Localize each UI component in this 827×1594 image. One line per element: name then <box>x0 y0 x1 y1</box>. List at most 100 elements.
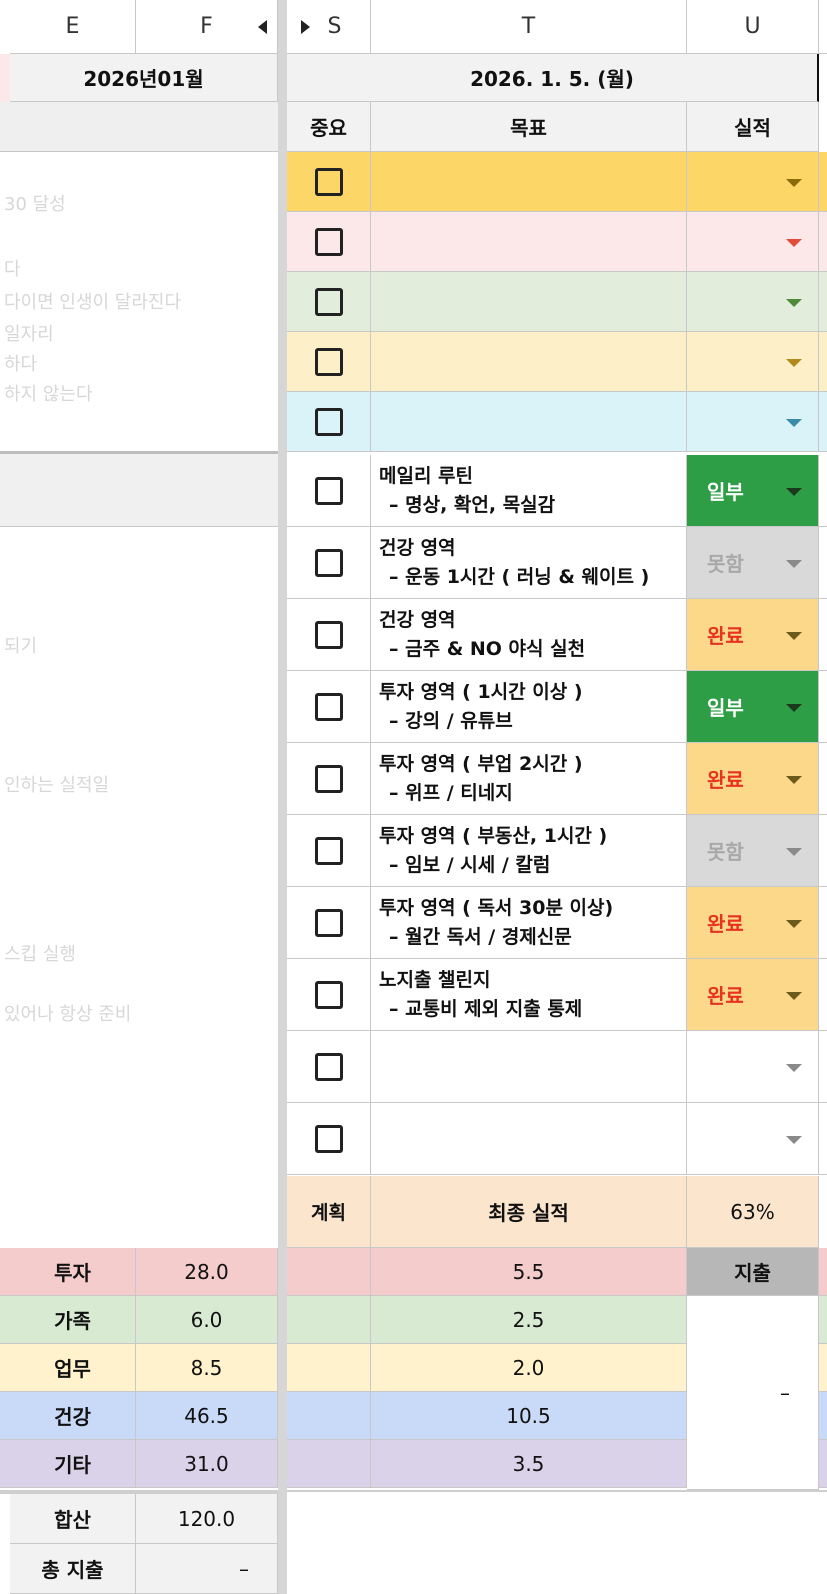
importance-checkbox[interactable] <box>314 620 343 649</box>
dropdown-arrow-icon[interactable] <box>786 298 802 307</box>
dropdown-arrow-icon[interactable] <box>786 847 802 856</box>
importance-cell <box>287 152 371 212</box>
dropdown-arrow-icon[interactable] <box>786 775 802 784</box>
result-dropdown[interactable]: 못함 <box>687 815 819 887</box>
result-dropdown[interactable]: 못함 <box>687 527 819 599</box>
goal-cell[interactable] <box>371 1031 687 1103</box>
goal-cell[interactable] <box>371 1103 687 1175</box>
column-header-f[interactable]: F <box>136 0 278 54</box>
column-header-s[interactable]: S <box>287 0 371 54</box>
result-dropdown[interactable] <box>687 1103 819 1175</box>
next-column-edge <box>819 815 827 887</box>
category-plan-value-cell: 46.5 <box>136 1392 278 1440</box>
result-dropdown[interactable]: 일부 <box>687 455 819 527</box>
importance-checkbox[interactable] <box>314 167 343 196</box>
goal-cell[interactable]: 건강 영역 – 금주 & NO 야식 실천 <box>371 599 687 671</box>
result-dropdown[interactable]: 완료 <box>687 959 819 1031</box>
goal-cell[interactable] <box>371 212 687 272</box>
importance-checkbox[interactable] <box>314 692 343 721</box>
result-dropdown[interactable] <box>687 392 819 452</box>
dropdown-arrow-icon[interactable] <box>786 358 802 367</box>
goal-cell[interactable] <box>371 332 687 392</box>
category-name-cell: 기타 <box>10 1440 136 1488</box>
total-expense-label-cell: 총 지출 <box>10 1544 136 1594</box>
category-name: 건강 <box>54 1405 91 1429</box>
category-actual-value: 2.5 <box>512 1307 545 1332</box>
category-s-cell <box>287 1248 371 1296</box>
next-column-edge <box>819 332 827 392</box>
column-header-t[interactable]: T <box>371 0 687 54</box>
result-dropdown[interactable]: 완료 <box>687 743 819 815</box>
result-dropdown[interactable]: 일부 <box>687 671 819 743</box>
dropdown-arrow-icon[interactable] <box>786 1063 802 1072</box>
category-s-cell <box>287 1296 371 1344</box>
importance-checkbox[interactable] <box>314 764 343 793</box>
column-header-e-label: E <box>65 14 80 39</box>
importance-checkbox[interactable] <box>314 227 343 256</box>
sum-label: 합산 <box>54 1508 91 1532</box>
goal-detail: – 운동 1시간 ( 러닝 & 웨이트 ) <box>389 565 650 588</box>
result-dropdown[interactable] <box>687 332 819 392</box>
next-column-edge <box>819 599 827 671</box>
column-header-v[interactable] <box>819 0 827 54</box>
importance-checkbox[interactable] <box>314 1052 343 1081</box>
goal-title: 투자 영역 ( 부동산, 1시간 ) <box>379 824 608 847</box>
collapse-left-icon[interactable] <box>258 20 267 34</box>
goal-cell[interactable]: 투자 영역 ( 1시간 이상 ) – 강의 / 유튜브 <box>371 671 687 743</box>
importance-checkbox[interactable] <box>314 347 343 376</box>
importance-checkbox[interactable] <box>314 476 343 505</box>
importance-checkbox[interactable] <box>314 980 343 1009</box>
importance-checkbox[interactable] <box>314 287 343 316</box>
dropdown-arrow-icon[interactable] <box>786 631 802 640</box>
dropdown-arrow-icon[interactable] <box>786 991 802 1000</box>
category-plan-value-cell: 8.5 <box>136 1344 278 1392</box>
goal-cell[interactable] <box>371 272 687 332</box>
goal-header-label: 목표 <box>510 116 547 140</box>
dropdown-arrow-icon[interactable] <box>786 487 802 496</box>
freeze-pane-divider[interactable] <box>278 0 287 1594</box>
importance-checkbox[interactable] <box>314 908 343 937</box>
category-s-cell <box>287 1440 371 1488</box>
goal-cell[interactable]: 메일리 루틴 – 명상, 확언, 목실감 <box>371 455 687 527</box>
category-edge <box>0 1296 10 1344</box>
importance-checkbox[interactable] <box>314 548 343 577</box>
dropdown-arrow-icon[interactable] <box>786 178 802 187</box>
dropdown-arrow-icon[interactable] <box>786 703 802 712</box>
dropdown-arrow-icon[interactable] <box>786 559 802 568</box>
goal-cell[interactable]: 투자 영역 ( 독서 30분 이상) – 월간 독서 / 경제신문 <box>371 887 687 959</box>
category-name-cell: 가족 <box>10 1296 136 1344</box>
result-dropdown[interactable]: 완료 <box>687 599 819 671</box>
dropdown-arrow-icon[interactable] <box>786 418 802 427</box>
category-right-edge <box>819 1392 827 1440</box>
result-dropdown[interactable] <box>687 1031 819 1103</box>
expense-value-cell: – <box>687 1296 819 1490</box>
plan-cell: 계획 <box>287 1176 371 1248</box>
left-overflow-text: 되기 <box>4 636 38 657</box>
dropdown-arrow-icon[interactable] <box>786 919 802 928</box>
goal-cell[interactable]: 투자 영역 ( 부업 2시간 ) – 위프 / 티네지 <box>371 743 687 815</box>
dropdown-arrow-icon[interactable] <box>786 1135 802 1144</box>
final-result-cell: 최종 실적 <box>371 1176 687 1248</box>
goal-cell[interactable]: 투자 영역 ( 부동산, 1시간 ) – 임보 / 시세 / 칼럼 <box>371 815 687 887</box>
result-dropdown[interactable] <box>687 212 819 272</box>
category-name: 가족 <box>54 1309 91 1333</box>
goal-cell[interactable] <box>371 152 687 212</box>
result-dropdown[interactable] <box>687 272 819 332</box>
dropdown-arrow-icon[interactable] <box>786 238 802 247</box>
category-right-edge <box>819 1248 827 1296</box>
goal-cell[interactable] <box>371 392 687 452</box>
importance-cell <box>287 1031 371 1103</box>
total-expense-label: 총 지출 <box>41 1558 104 1582</box>
goal-cell[interactable]: 건강 영역 – 운동 1시간 ( 러닝 & 웨이트 ) <box>371 527 687 599</box>
column-header-e[interactable]: E <box>10 0 136 54</box>
importance-checkbox[interactable] <box>314 836 343 865</box>
goal-cell[interactable]: 노지출 챌린지 – 교통비 제외 지출 통제 <box>371 959 687 1031</box>
expand-right-icon[interactable] <box>301 20 310 34</box>
result-dropdown[interactable] <box>687 152 819 212</box>
importance-checkbox[interactable] <box>314 407 343 436</box>
left-gray-strip <box>0 451 278 527</box>
column-header-u[interactable]: U <box>687 0 819 54</box>
importance-cell <box>287 815 371 887</box>
importance-checkbox[interactable] <box>314 1124 343 1153</box>
result-dropdown[interactable]: 완료 <box>687 887 819 959</box>
